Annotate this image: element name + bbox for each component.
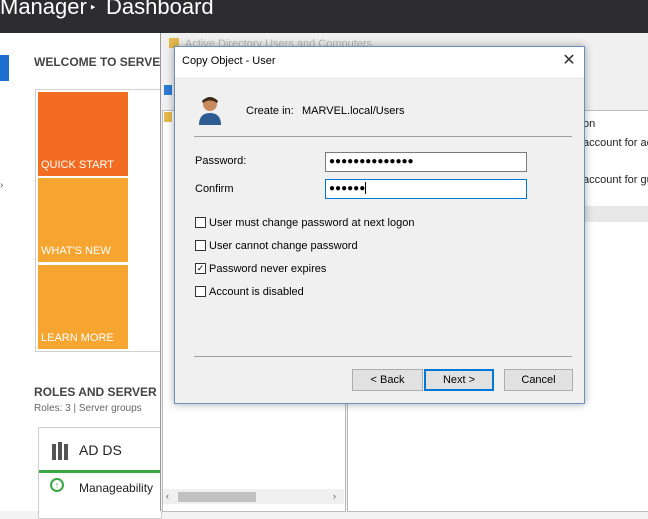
page-title: Dashboard [106, 0, 214, 19]
tile-learn-more[interactable]: LEARN MORE [38, 265, 128, 349]
next-button[interactable]: Next > [424, 369, 494, 391]
checkbox-account-disabled[interactable]: Account is disabled [195, 285, 304, 298]
breadcrumb-separator: ‣ [89, 0, 97, 15]
tile-whats-new[interactable]: WHAT'S NEW [38, 178, 128, 262]
tile-label: QUICK START [41, 159, 114, 171]
checkbox-box[interactable] [195, 216, 206, 228]
sidebar-expand-icon[interactable]: › [0, 180, 3, 191]
checkbox-label: User must change password at next logon [209, 217, 415, 229]
folder-icon [164, 112, 172, 122]
app-title: Manager [0, 0, 87, 19]
checkbox-cannot-change-password[interactable]: User cannot change password [195, 239, 358, 252]
manageability-link[interactable]: Manageability [79, 481, 153, 495]
scroll-left-icon[interactable]: ‹ [166, 491, 169, 501]
welcome-heading: WELCOME TO SERVE [34, 55, 161, 69]
roles-heading: ROLES AND SERVER [34, 385, 157, 399]
divider [194, 356, 572, 357]
role-card-title: AD DS [79, 442, 122, 458]
checkbox-label: Account is disabled [209, 286, 304, 298]
sidebar-item-dashboard[interactable] [0, 55, 9, 81]
server-manager-titlebar: Manager ‣ Dashboard [0, 0, 648, 33]
back-button[interactable]: < Back [352, 369, 423, 391]
tile-quick-start[interactable]: QUICK START [38, 92, 128, 176]
checkbox-must-change-password[interactable]: User must change password at next logon [195, 216, 415, 229]
tile-label: LEARN MORE [41, 332, 114, 344]
scroll-right-icon[interactable]: › [333, 491, 336, 501]
password-field[interactable]: ●●●●●●●●●●●●●● [325, 152, 527, 172]
server-role-icon [52, 442, 68, 460]
divider [194, 136, 572, 137]
back-arrow-icon[interactable] [164, 85, 172, 95]
tile-label: WHAT'S NEW [41, 245, 111, 257]
role-card-adds[interactable] [38, 427, 162, 519]
checkbox-box[interactable] [195, 239, 206, 251]
role-status-bar [39, 470, 160, 473]
checkbox-label: User cannot change password [209, 240, 358, 252]
confirm-value: ●●●●●● [329, 183, 366, 194]
list-header [583, 206, 648, 222]
user-icon [199, 97, 221, 125]
create-in-value: MARVEL.local/Users [302, 105, 405, 117]
checkbox-box[interactable]: ✓ [195, 262, 206, 274]
text-caret [365, 182, 367, 195]
cancel-button[interactable]: Cancel [504, 369, 573, 391]
sidebar [0, 33, 9, 511]
list-cell: account for ac [583, 137, 648, 149]
dialog-title: Copy Object - User [182, 55, 276, 67]
scrollbar-thumb[interactable] [178, 492, 256, 502]
status-ok-icon: ↑ [50, 478, 64, 492]
confirm-password-field[interactable]: ●●●●●● [325, 179, 527, 199]
password-label: Password: [195, 155, 247, 167]
checkbox-password-never-expires[interactable]: ✓ Password never expires [195, 262, 327, 275]
list-cell: account for gu [583, 174, 648, 186]
roles-subheading: Roles: 3 | Server groups [34, 403, 142, 414]
confirm-label: Confirm [195, 183, 234, 195]
create-in-label: Create in: [246, 105, 294, 117]
checkbox-box[interactable] [195, 285, 206, 297]
close-icon[interactable]: ✕ [559, 50, 579, 70]
checkbox-label: Password never expires [209, 263, 327, 275]
